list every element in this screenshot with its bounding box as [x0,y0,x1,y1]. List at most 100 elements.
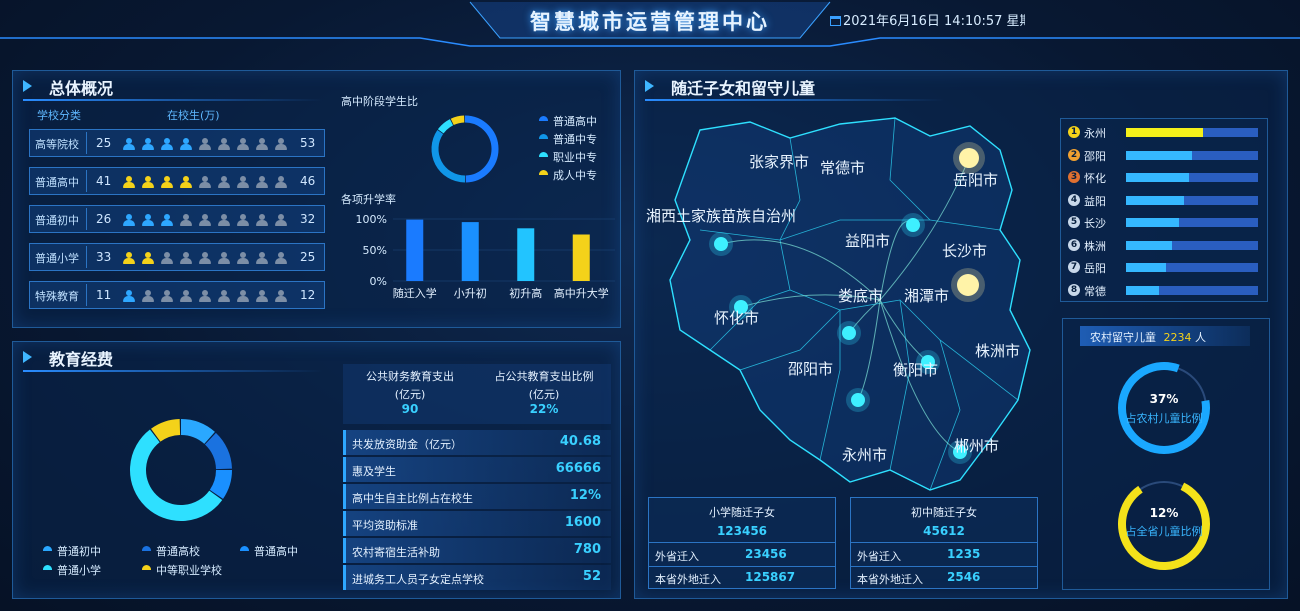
city-label: 张家界市 [749,153,810,171]
ratio-donut-segment [464,115,499,183]
row-separator [86,208,87,230]
migrant-title: 随迁子女和留守儿童 [645,75,815,99]
person-icon [274,176,288,188]
city-label: 湘潭市 [904,287,950,305]
person-icon [160,214,174,226]
person-body [275,220,287,226]
person-icon [160,138,174,150]
funding-donut-segment [130,429,223,521]
arrow-icon [23,80,32,92]
person-body [180,296,192,302]
ratio-legend-item: 成人中专 [539,167,597,183]
person-icon [217,138,231,150]
person-body [161,144,173,150]
rank-bar-fill [1126,263,1166,272]
migrant-title-text: 随迁子女和留守儿童 [671,79,816,98]
primary-in-value: 125867 [745,570,796,584]
person-body [142,220,154,226]
title-underline [23,370,323,372]
calendar-icon [830,16,841,26]
person-icon [179,176,193,188]
person-icon [160,176,174,188]
person-icon [179,290,193,302]
rank-badge: 5 [1068,216,1080,228]
person-body [218,258,230,264]
header-bar: 智慧城市运营管理中心 2021年6月16日 14:10:57 星期三 [0,0,1300,47]
legend-label: 普通高中 [254,545,298,558]
person-body [237,258,249,264]
person-body [256,220,268,226]
legend-marker [539,116,548,121]
person-body [275,182,287,188]
bar [461,222,479,281]
page-title: 智慧城市运营管理中心 [530,10,770,34]
school-row-left-value: 25 [96,136,112,150]
arrow-icon [645,80,654,92]
x-tick-label: 初升高 [509,286,542,300]
person-icon [122,252,136,264]
person-body [123,182,135,188]
rank-bar [1126,240,1258,250]
funding-donut [130,419,232,521]
city-label: 常德市 [820,159,866,177]
person-icon [141,176,155,188]
person-icon [179,252,193,264]
junior-title: 初中随迁子女 [911,506,977,519]
person-body [275,144,287,150]
person-body [123,258,135,264]
funding-row-value: 40.68 [559,434,601,449]
rank-name: 益阳 [1084,194,1106,208]
rank-badge: 7 [1068,261,1080,273]
city-label: 娄底市 [838,287,884,305]
row-separator [86,170,87,192]
person-icon [217,252,231,264]
city-label: 益阳市 [845,232,891,250]
overview-panel: 总体概况 学校分类 在校生(万) 高等院校 25 53 普通高中 41 46 普通初中 26 3… [12,70,621,328]
junior-total: 45612 [923,524,965,538]
person-body [256,296,268,302]
person-icon [122,176,136,188]
ring2-value: 12% [1149,506,1179,520]
person-body [180,144,192,150]
person-body [142,144,154,150]
person-icon [198,290,212,302]
person-body [199,182,211,188]
rank-bar [1126,195,1258,205]
person-body [275,296,287,302]
x-tick-label: 高中升大学 [554,286,609,300]
person-icon [122,138,136,150]
left-behind-value: 2234 [1163,331,1192,344]
ranking-row: 7 岳阳 [1068,259,1264,277]
datetime-text: 2021年6月16日 14:10:57 星期三 [843,14,1025,29]
ranking-row: 5 长沙 [1068,214,1264,232]
school-row: 特殊教育 11 12 [29,281,325,309]
person-body [218,182,230,188]
legend-marker [240,546,249,551]
rank-name: 邵阳 [1084,149,1106,163]
city-label: 郴州市 [954,437,1000,455]
legend-label: 普通中专 [553,133,597,146]
left-behind-header: 农村留守儿童 2234 人 [1080,326,1250,346]
rank-name: 岳阳 [1084,262,1106,275]
funding-row-label: 进城务工人员子女定点学校 [352,573,484,586]
funding-row: 共发放资助金（亿元） 40.68 [343,430,611,455]
person-body [142,258,154,264]
person-body [237,144,249,150]
legend-label: 职业中专 [553,151,597,164]
school-row-label: 普通小学 [35,252,79,265]
junior-in-label: 本省外地迁入 [857,573,923,586]
funding-row-label: 农村寄宿生活补助 [352,546,440,559]
junior-out-value: 1235 [947,547,981,561]
primary-in-label: 本省外地迁入 [655,573,721,586]
rank-badge: 4 [1068,193,1080,206]
y-tick-label: 50% [363,244,387,257]
x-tick-label: 随迁入学 [393,286,437,300]
legend-marker [43,546,52,551]
person-body [180,182,192,188]
primary-title: 小学随迁子女 [709,506,775,519]
funding-row-value: 66666 [555,461,601,476]
school-row-left-value: 11 [96,288,112,302]
rank-bar-fill [1126,128,1203,137]
rank-bar-fill [1126,195,1185,205]
stat2-unit: (亿元) [528,388,560,401]
